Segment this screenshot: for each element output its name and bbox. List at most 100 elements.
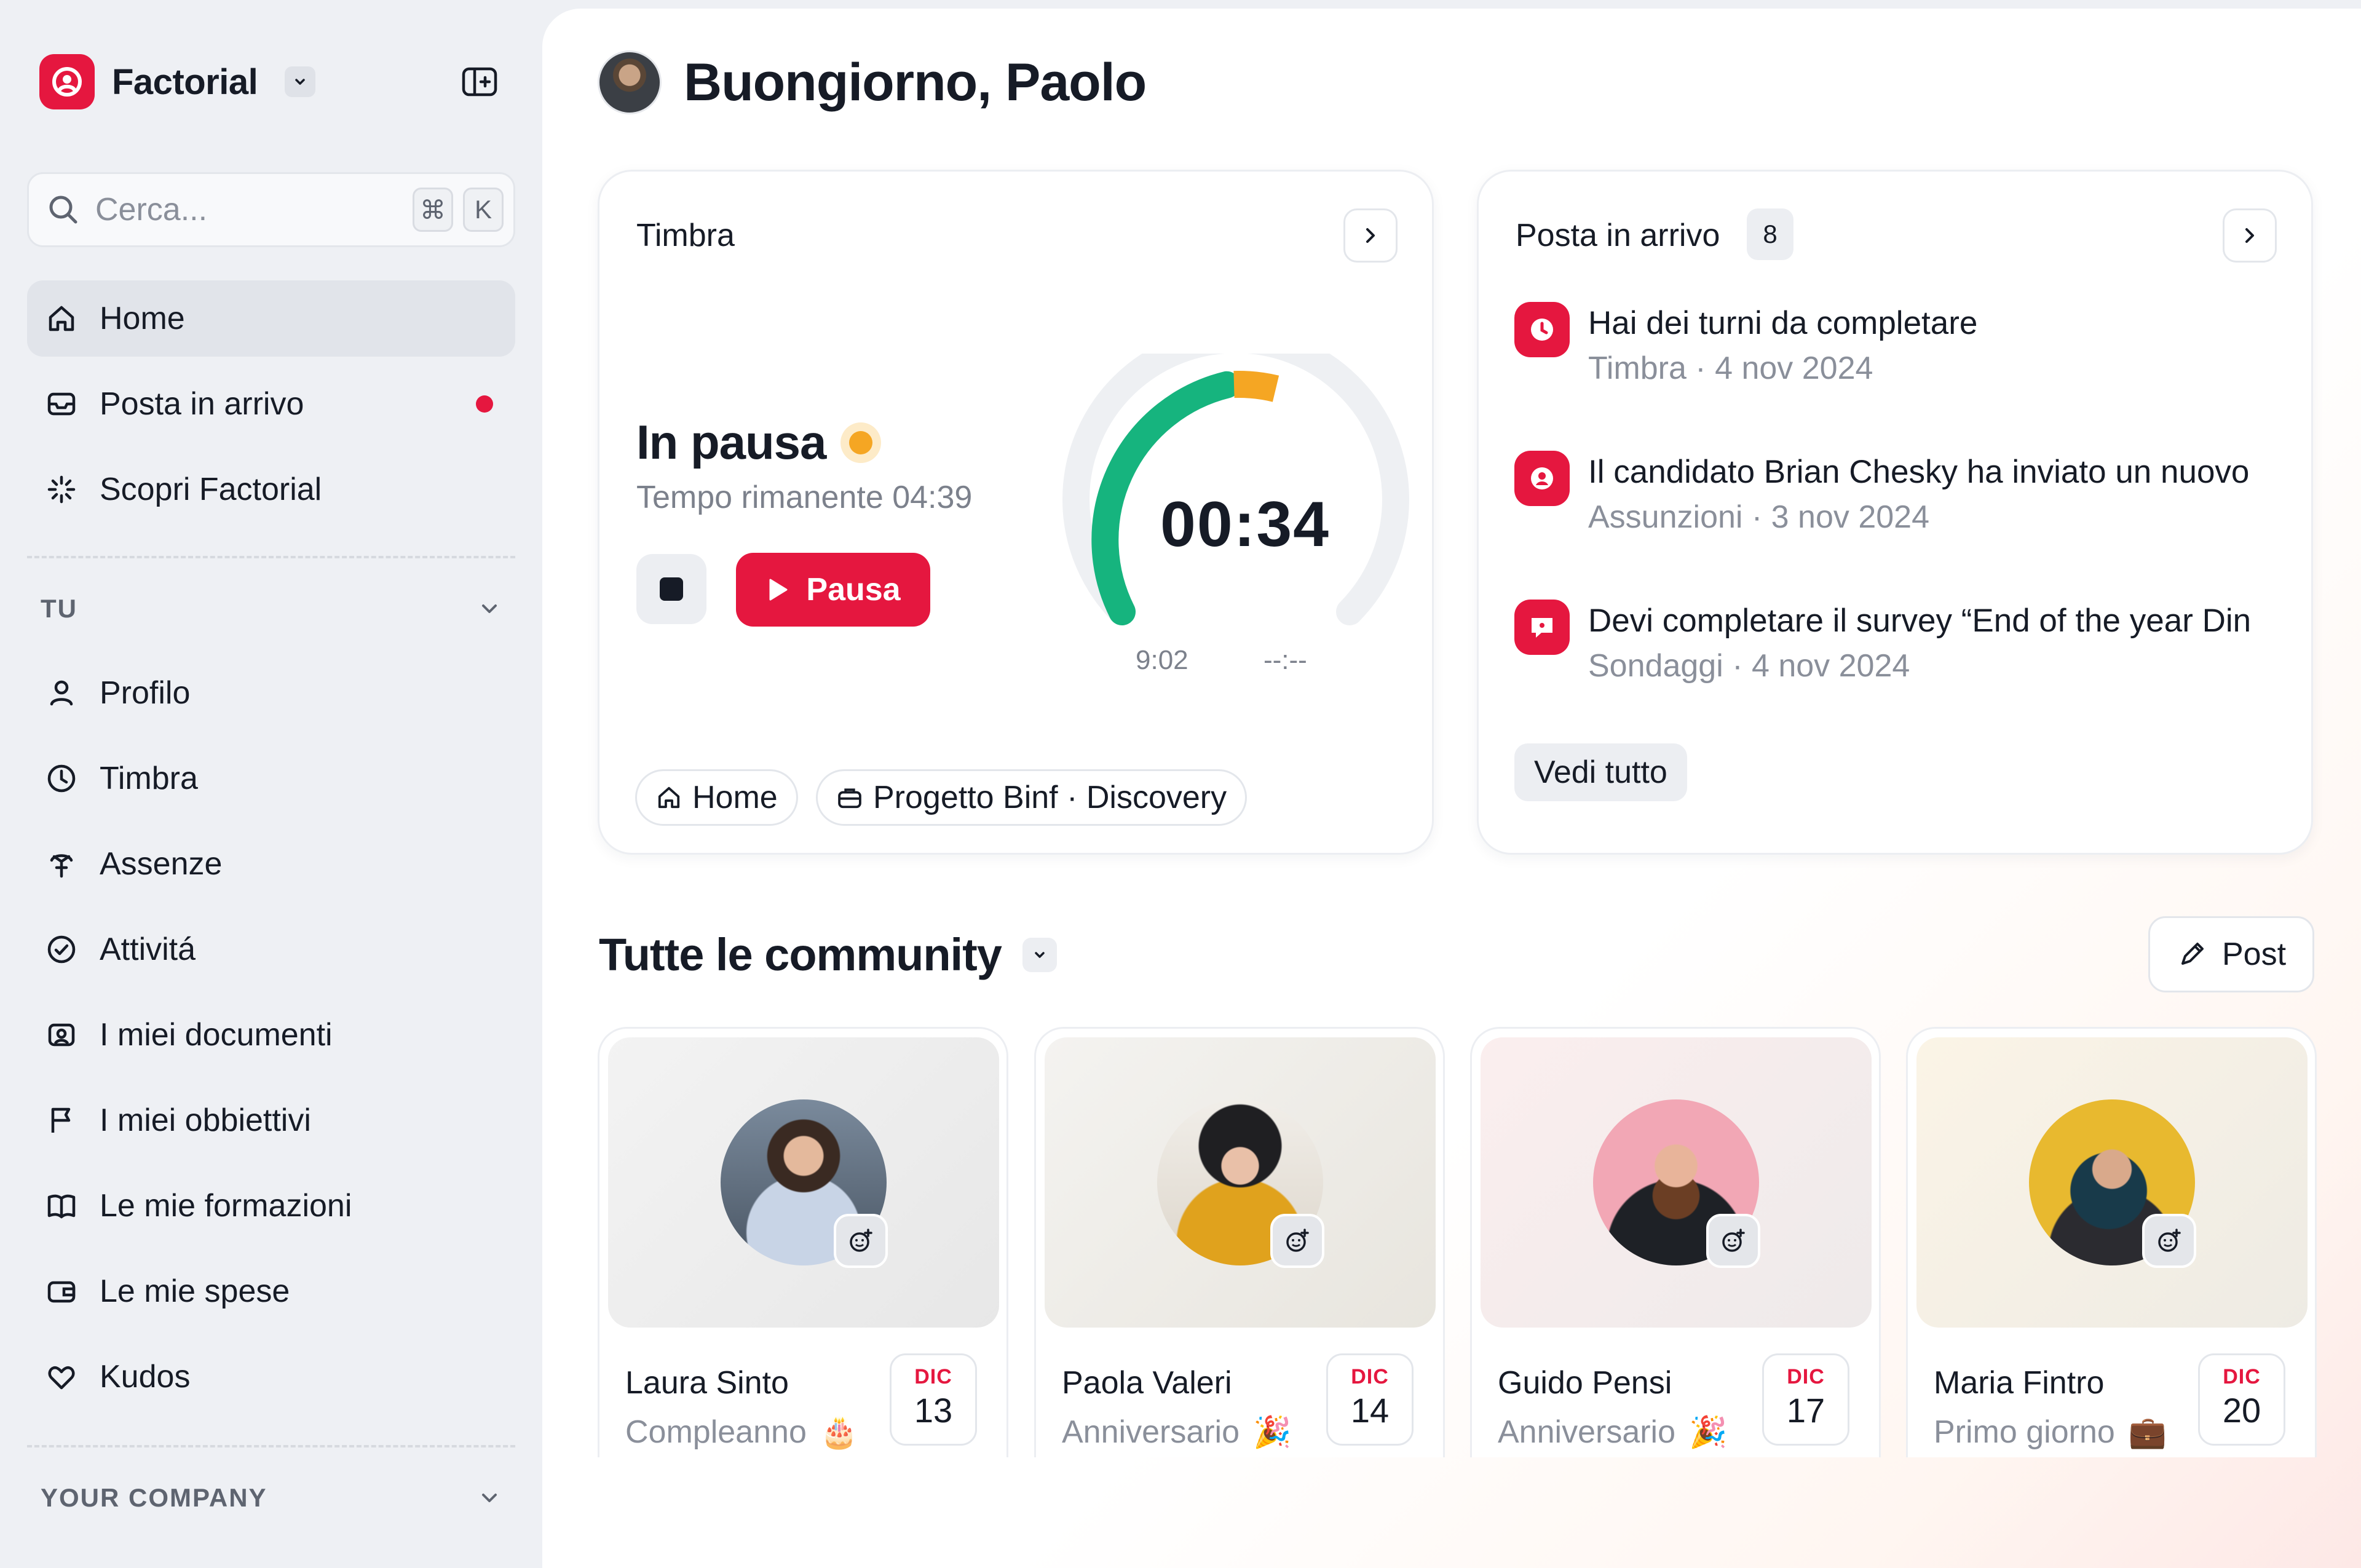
- date-month: DIC: [2223, 1365, 2261, 1388]
- event-label: Compleanno: [625, 1414, 807, 1450]
- date-badge: DIC 20: [2198, 1353, 2285, 1446]
- inbox-icon: [44, 387, 79, 421]
- sidebar-item-label: Scopri Factorial: [100, 472, 322, 507]
- community-card[interactable]: Laura Sinto Compleanno 🎂 DIC 13: [598, 1027, 1008, 1457]
- end-time: --:--: [1264, 645, 1307, 675]
- chevron-right-icon: [1366, 228, 1375, 243]
- play-icon: [769, 579, 788, 601]
- section-company-header[interactable]: YOUR COMPANY: [41, 1483, 502, 1513]
- avatar[interactable]: [598, 50, 662, 114]
- stop-button[interactable]: [636, 554, 706, 624]
- inbox-item-title: Devi completare il survey “End of the ye…: [1588, 603, 2252, 639]
- avatar: [2029, 1099, 2196, 1268]
- section-title: TU: [41, 594, 77, 623]
- sidebar-item-goals[interactable]: I miei obbiettivi: [27, 1082, 515, 1158]
- avatar: [1593, 1099, 1760, 1268]
- sidebar-item-expenses[interactable]: Le mie spese: [27, 1253, 515, 1329]
- chevron-down-icon: [482, 604, 497, 613]
- post-button[interactable]: Post: [2148, 916, 2314, 992]
- date-day: 14: [1350, 1391, 1390, 1430]
- status-dot: [849, 430, 873, 454]
- document-icon: [44, 1018, 79, 1052]
- chevron-down-icon[interactable]: [1022, 937, 1057, 972]
- community-card[interactable]: Guido Pensi Anniversario 🎉 DIC 17: [1470, 1027, 1881, 1457]
- shortcut-cmd-key: ⌘: [413, 188, 453, 232]
- search-input[interactable]: Cerca... ⌘ K: [27, 172, 515, 247]
- date-month: DIC: [914, 1365, 952, 1388]
- sidebar-item-label: Assenze: [100, 846, 223, 882]
- sidebar-divider: [27, 1445, 515, 1447]
- inbox-item-meta: Assunzioni · 3 nov 2024: [1588, 499, 1930, 535]
- sparkle-icon: [44, 472, 79, 507]
- sidebar-item-clock[interactable]: Timbra: [27, 740, 515, 817]
- home-icon: [44, 301, 79, 336]
- date-badge: DIC 14: [1326, 1353, 1414, 1446]
- clock-card: Timbra In pausa Tempo rimanente 04:39 Pa…: [598, 170, 1434, 855]
- page-title: Buongiorno, Paolo: [684, 52, 1147, 112]
- sidebar-item-trainings[interactable]: Le mie formazioni: [27, 1168, 515, 1244]
- add-reaction-icon[interactable]: [2142, 1214, 2196, 1268]
- see-all-button[interactable]: Vedi tutto: [1514, 743, 1687, 801]
- add-reaction-icon[interactable]: [1706, 1214, 1760, 1268]
- sidebar-item-label: I miei documenti: [100, 1017, 333, 1053]
- sidebar-item-label: Le mie spese: [100, 1273, 290, 1309]
- open-inbox-button[interactable]: [2223, 208, 2277, 263]
- community-card[interactable]: Paola Valeri Anniversario 🎉 DIC 14: [1034, 1027, 1445, 1457]
- location-tag[interactable]: Home: [635, 769, 798, 826]
- date-badge: DIC 17: [1762, 1353, 1849, 1446]
- search-icon: [49, 196, 77, 224]
- add-reaction-icon[interactable]: [834, 1214, 888, 1268]
- section-tu-header[interactable]: TU: [41, 594, 502, 624]
- date-day: 20: [2222, 1391, 2261, 1430]
- notification-dot: [476, 395, 493, 413]
- event-label: Anniversario: [1062, 1414, 1240, 1450]
- sidebar-item-profile[interactable]: Profilo: [27, 655, 515, 731]
- sidebar-item-label: Home: [100, 301, 185, 336]
- status-row: In pausa: [636, 414, 873, 470]
- date-day: 13: [914, 1391, 953, 1430]
- sidebar-item-inbox[interactable]: Posta in arrivo: [27, 366, 515, 442]
- person-event: Compleanno 🎂: [625, 1414, 858, 1451]
- person-name: Guido Pensi: [1498, 1365, 1672, 1401]
- chevron-down-icon[interactable]: [285, 66, 316, 97]
- person-event: Primo giorno 💼: [1934, 1414, 2167, 1451]
- date-month: DIC: [1787, 1365, 1825, 1388]
- card-hero: [608, 1037, 999, 1328]
- date-day: 17: [1786, 1391, 1825, 1430]
- community-header[interactable]: Tutte le community: [599, 929, 1057, 981]
- community-card[interactable]: Maria Fintro Primo giorno 💼 DIC 20: [1906, 1027, 2317, 1457]
- brand-switcher[interactable]: Factorial: [39, 54, 316, 109]
- clock-icon: [1514, 302, 1570, 357]
- pause-arc: [1233, 371, 1279, 402]
- shortcut-k-key: K: [463, 188, 504, 232]
- sidebar-item-discover[interactable]: Scopri Factorial: [27, 451, 515, 528]
- sidebar-item-documents[interactable]: I miei documenti: [27, 997, 515, 1073]
- card-hero: [1481, 1037, 1872, 1328]
- sidebar-item-label: Attivitá: [100, 932, 196, 967]
- stop-icon: [660, 577, 683, 601]
- person-event: Anniversario 🎉: [1498, 1414, 1727, 1451]
- person-name: Maria Fintro: [1934, 1365, 2105, 1401]
- open-clock-button[interactable]: [1343, 208, 1398, 263]
- add-reaction-icon[interactable]: [1270, 1214, 1324, 1268]
- event-emoji: 💼: [2128, 1414, 2167, 1449]
- person-name: Laura Sinto: [625, 1365, 789, 1401]
- avatar: [721, 1099, 888, 1268]
- sidebar-item-tasks[interactable]: Attivitá: [27, 911, 515, 988]
- sidebar-item-label: I miei obbiettivi: [100, 1103, 311, 1138]
- sidebar-toggle-icon[interactable]: [459, 65, 500, 98]
- factorial-logo-icon: [39, 54, 95, 109]
- project-tag[interactable]: Progetto Binf · Discovery: [816, 769, 1248, 826]
- card-title: Posta in arrivo: [1516, 218, 1720, 253]
- sidebar-item-kudos[interactable]: Kudos: [27, 1339, 515, 1415]
- sidebar-item-label: Timbra: [100, 761, 198, 796]
- sidebar-item-home[interactable]: Home: [27, 280, 515, 357]
- clock-icon: [44, 761, 79, 796]
- inbox-item-title: Il candidato Brian Chesky ha inviato un …: [1588, 454, 2250, 490]
- wallet-icon: [44, 1274, 79, 1309]
- pause-button[interactable]: Pausa: [736, 553, 930, 627]
- date-badge: DIC 13: [890, 1353, 977, 1446]
- survey-icon: [1514, 600, 1570, 655]
- sidebar-item-absences[interactable]: Assenze: [27, 826, 515, 902]
- heart-icon: [44, 1360, 79, 1394]
